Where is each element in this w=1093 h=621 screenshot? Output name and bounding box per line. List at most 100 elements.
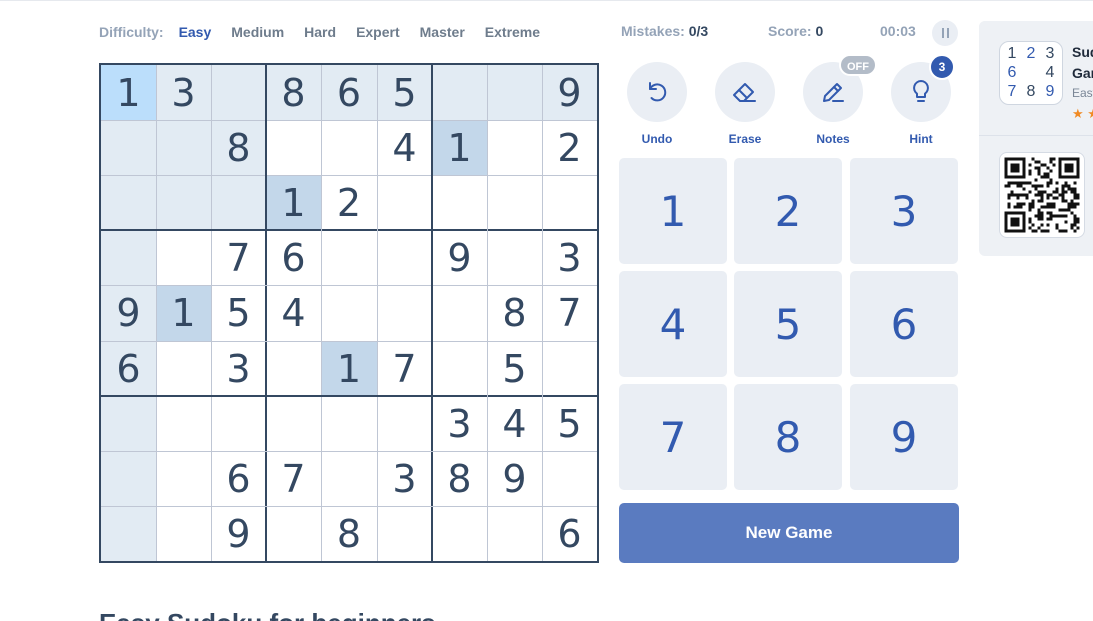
sudoku-cell[interactable] [487,506,542,561]
numpad-key-6[interactable]: 6 [850,271,958,377]
sudoku-cell[interactable] [542,175,597,230]
sudoku-cell[interactable] [156,396,211,451]
erase-button[interactable]: Erase [714,62,776,148]
sudoku-cell[interactable]: 5 [211,285,266,341]
hint-button[interactable]: 3 Hint [890,54,955,148]
sudoku-cell[interactable]: 1 [321,341,377,396]
sudoku-cell[interactable] [487,65,542,120]
sudoku-cell[interactable]: 3 [211,341,266,396]
sudoku-cell[interactable] [211,65,266,120]
sudoku-cell[interactable] [377,285,432,341]
numpad-key-9[interactable]: 9 [850,384,958,490]
sudoku-cell[interactable]: 6 [542,506,597,561]
sudoku-cell[interactable] [156,175,211,230]
sudoku-cell[interactable]: 2 [321,175,377,230]
pause-button[interactable] [932,20,958,46]
sudoku-cell[interactable] [211,175,266,230]
sudoku-cell[interactable]: 8 [487,285,542,341]
sudoku-cell[interactable]: 9 [101,285,156,341]
sudoku-cell[interactable] [487,175,542,230]
sudoku-cell[interactable]: 9 [211,506,266,561]
sudoku-cell[interactable] [321,451,377,506]
sudoku-cell[interactable]: 3 [156,65,211,120]
sudoku-cell[interactable]: 2 [542,120,597,175]
sudoku-cell[interactable]: 1 [156,285,211,341]
sudoku-cell[interactable] [156,451,211,506]
sudoku-cell[interactable]: 5 [487,341,542,396]
sudoku-cell[interactable] [487,230,542,285]
sudoku-cell[interactable]: 5 [542,396,597,451]
difficulty-extreme[interactable]: Extreme [485,24,540,40]
numpad-key-5[interactable]: 5 [734,271,842,377]
difficulty-master[interactable]: Master [420,24,465,40]
sudoku-cell[interactable]: 8 [432,451,487,506]
difficulty-medium[interactable]: Medium [231,24,284,40]
sudoku-cell[interactable] [321,285,377,341]
sudoku-cell[interactable]: 3 [542,230,597,285]
numpad-key-1[interactable]: 1 [619,158,727,264]
sudoku-cell[interactable]: 6 [211,451,266,506]
sudoku-cell[interactable]: 7 [377,341,432,396]
sudoku-cell[interactable] [377,230,432,285]
sudoku-cell[interactable] [101,451,156,506]
numpad-key-7[interactable]: 7 [619,384,727,490]
sudoku-cell[interactable] [542,341,597,396]
sudoku-cell[interactable]: 4 [487,396,542,451]
sudoku-cell[interactable] [321,120,377,175]
sudoku-cell[interactable] [377,506,432,561]
sudoku-cell[interactable]: 9 [432,230,487,285]
sudoku-cell[interactable] [377,396,432,451]
numpad-key-4[interactable]: 4 [619,271,727,377]
sudoku-cell[interactable] [542,451,597,506]
sudoku-cell[interactable]: 4 [377,120,432,175]
difficulty-hard[interactable]: Hard [304,24,336,40]
sudoku-cell[interactable]: 3 [432,396,487,451]
sudoku-cell[interactable] [156,120,211,175]
sudoku-cell[interactable] [432,175,487,230]
sudoku-cell[interactable]: 8 [321,506,377,561]
sudoku-cell[interactable] [266,506,321,561]
numpad-key-3[interactable]: 3 [850,158,958,264]
sudoku-cell[interactable]: 8 [266,65,321,120]
sudoku-cell[interactable] [101,396,156,451]
sudoku-cell[interactable] [211,396,266,451]
sudoku-cell[interactable]: 4 [266,285,321,341]
sudoku-cell[interactable] [156,230,211,285]
sudoku-cell[interactable] [377,175,432,230]
sudoku-cell[interactable] [156,506,211,561]
sudoku-cell[interactable] [432,65,487,120]
sudoku-cell[interactable] [101,175,156,230]
difficulty-easy[interactable]: Easy [179,24,212,40]
sudoku-cell[interactable]: 9 [542,65,597,120]
sudoku-cell[interactable] [321,230,377,285]
new-game-button[interactable]: New Game [619,503,959,563]
sudoku-cell[interactable] [266,341,321,396]
sudoku-cell[interactable] [101,120,156,175]
numpad-key-8[interactable]: 8 [734,384,842,490]
notes-button[interactable]: OFF Notes [802,54,877,148]
sudoku-cell[interactable] [432,285,487,341]
sudoku-cell[interactable]: 9 [487,451,542,506]
sudoku-cell[interactable] [432,341,487,396]
sudoku-cell[interactable]: 6 [101,341,156,396]
sudoku-cell[interactable]: 7 [542,285,597,341]
sudoku-cell[interactable] [432,506,487,561]
sudoku-cell[interactable]: 8 [211,120,266,175]
difficulty-expert[interactable]: Expert [356,24,400,40]
numpad-key-2[interactable]: 2 [734,158,842,264]
sudoku-cell[interactable]: 1 [432,120,487,175]
sudoku-cell[interactable] [266,396,321,451]
sudoku-cell[interactable] [101,230,156,285]
sudoku-cell[interactable]: 5 [377,65,432,120]
sudoku-cell[interactable] [266,120,321,175]
undo-button[interactable]: Undo [626,62,688,148]
app-promo-header[interactable]: 1 2 3 6 4 7 8 9 Sudoku Game Easy ★ ★ ★ ★… [979,21,1093,135]
sudoku-cell[interactable] [101,506,156,561]
sudoku-cell[interactable]: 7 [266,451,321,506]
sudoku-cell[interactable]: 7 [211,230,266,285]
sudoku-cell[interactable] [321,396,377,451]
sudoku-cell[interactable]: 1 [101,65,156,120]
sudoku-cell[interactable]: 6 [266,230,321,285]
sudoku-cell[interactable] [156,341,211,396]
sudoku-cell[interactable]: 1 [266,175,321,230]
